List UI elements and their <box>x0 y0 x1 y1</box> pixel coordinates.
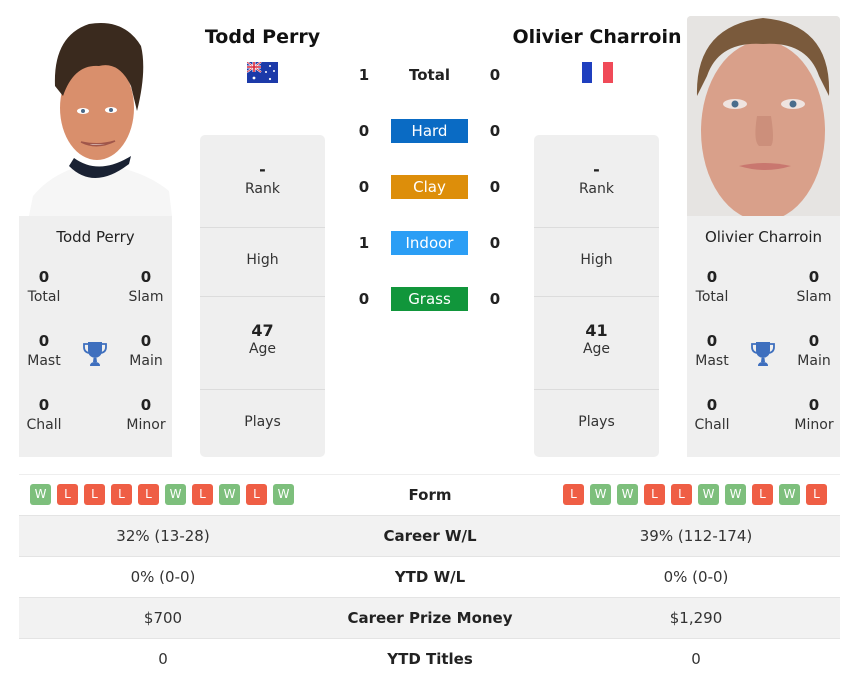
player1-plays: Plays <box>244 414 281 430</box>
player1-rank-card: - Rank High 47 Age Plays <box>200 135 325 457</box>
player2-form-badge-loss[interactable]: L <box>671 484 692 505</box>
player2-form-badge-win[interactable]: W <box>617 484 638 505</box>
h2h-clay-p2: 0 <box>489 178 501 196</box>
player2-masters-titles: 0 Mast <box>695 332 729 369</box>
player1-minor-titles: 0 Minor <box>126 396 166 433</box>
player2-rank: - Rank <box>534 135 659 228</box>
player1-slam-titles: 0 Slam <box>128 268 164 305</box>
player2-form-badge-loss[interactable]: L <box>806 484 827 505</box>
ytd-wl-row: 0% (0-0) YTD W/L 0% (0-0) <box>19 556 840 597</box>
player2-slam-titles: 0 Slam <box>796 268 832 305</box>
h2h-total-label: Total <box>409 66 450 84</box>
player2-portrait <box>687 16 840 216</box>
player2-total-titles: 0 Total <box>695 268 729 305</box>
career-wl-row: 32% (13-28) Career W/L 39% (112-174) <box>19 515 840 556</box>
player1-form-badge-win[interactable]: W <box>273 484 294 505</box>
player1-photo <box>19 16 172 216</box>
h2h-hard-row: 0 Hard 0 <box>340 119 520 143</box>
player1-form: WLLLLWLWLW <box>30 484 294 505</box>
player2-ytd-titles: 0 <box>691 650 701 668</box>
h2h-total-row: 1 Total 0 <box>340 64 520 86</box>
player1-form-badge-loss[interactable]: L <box>57 484 78 505</box>
player1-form-badge-loss[interactable]: L <box>192 484 213 505</box>
player2-main-titles: 0 Main <box>797 332 831 369</box>
player1-total-titles: 0 Total <box>27 268 61 305</box>
player1-form-badge-win[interactable]: W <box>165 484 186 505</box>
surface-grass-badge[interactable]: Grass <box>391 287 468 311</box>
h2h-grass-row: 0 Grass 0 <box>340 287 520 311</box>
player1-form-badge-win[interactable]: W <box>30 484 51 505</box>
player2-ytd-wl: 0% (0-0) <box>663 568 729 586</box>
player2-plays: Plays <box>578 414 615 430</box>
player1-titles-card: Todd Perry 0 Total 0 Slam 0 Mast 0 Main … <box>19 216 172 457</box>
h2h-hard-p1: 0 <box>358 122 370 140</box>
player1-career-prize-money: $700 <box>143 609 183 627</box>
australia-flag-icon <box>246 61 278 83</box>
h2h-total-p2: 0 <box>489 66 501 84</box>
player1-rank: - Rank <box>200 135 325 228</box>
surface-indoor-badge[interactable]: Indoor <box>391 231 468 255</box>
h2h-total-p1: 1 <box>358 66 370 84</box>
surface-clay-badge[interactable]: Clay <box>391 175 468 199</box>
player2-form-badge-loss[interactable]: L <box>752 484 773 505</box>
form-label: Form <box>408 486 452 504</box>
h2h-hard-p2: 0 <box>489 122 501 140</box>
player1-form-badge-loss[interactable]: L <box>138 484 159 505</box>
player2-challenger-titles: 0 Chall <box>694 396 730 433</box>
player2-form-badge-win[interactable]: W <box>698 484 719 505</box>
career-wl-label: Career W/L <box>383 527 477 545</box>
h2h-indoor-p1: 1 <box>358 234 370 252</box>
player2-age: 41 Age <box>534 297 659 390</box>
player1-main-titles: 0 Main <box>129 332 163 369</box>
player1-form-badge-loss[interactable]: L <box>246 484 267 505</box>
player2-career-wl: 39% (112-174) <box>639 527 753 545</box>
player2-high-rank: High <box>534 228 659 297</box>
h2h-grass-p1: 0 <box>358 290 370 308</box>
player1-form-badge-loss[interactable]: L <box>84 484 105 505</box>
player2-form-badge-loss[interactable]: L <box>563 484 584 505</box>
form-row: WLLLLWLWLW Form LWWLLWWLWL <box>19 474 840 516</box>
player2-form-badge-loss[interactable]: L <box>644 484 665 505</box>
trophy-icon <box>83 341 107 367</box>
player2-form: LWWLLWWLWL <box>563 484 827 505</box>
h2h-indoor-row: 1 Indoor 0 <box>340 231 520 255</box>
player1-form-badge-loss[interactable]: L <box>111 484 132 505</box>
player1-form-badge-win[interactable]: W <box>219 484 240 505</box>
player1-career-wl: 32% (13-28) <box>116 527 210 545</box>
player2-minor-titles: 0 Minor <box>794 396 834 433</box>
player1-challenger-titles: 0 Chall <box>26 396 62 433</box>
trophy-icon <box>751 341 775 367</box>
player2-titles-card: Olivier Charroin 0 Total 0 Slam 0 Mast 0… <box>687 216 840 457</box>
player1-ytd-wl: 0% (0-0) <box>130 568 196 586</box>
player1-ytd-titles: 0 <box>158 650 168 668</box>
player1-high-rank: High <box>200 228 325 297</box>
player1-portrait <box>19 16 172 216</box>
player2-form-badge-win[interactable]: W <box>779 484 800 505</box>
h2h-clay-row: 0 Clay 0 <box>340 175 520 199</box>
ytd-titles-row: 0 YTD Titles 0 <box>19 638 840 679</box>
player2-name-heading[interactable]: Olivier Charroin <box>505 26 689 48</box>
player2-rank-card: - Rank High 41 Age Plays <box>534 135 659 457</box>
h2h-grass-p2: 0 <box>489 290 501 308</box>
player2-form-badge-win[interactable]: W <box>725 484 746 505</box>
player1-masters-titles: 0 Mast <box>27 332 61 369</box>
surface-hard-badge[interactable]: Hard <box>391 119 468 143</box>
ytd-wl-label: YTD W/L <box>394 568 466 586</box>
player1-name-heading[interactable]: Todd Perry <box>190 26 335 48</box>
player1-age: 47 Age <box>200 297 325 390</box>
player2-photo <box>687 16 840 216</box>
player1-card-name[interactable]: Todd Perry <box>19 228 172 246</box>
ytd-titles-label: YTD Titles <box>387 650 473 668</box>
player2-form-badge-win[interactable]: W <box>590 484 611 505</box>
h2h-indoor-p2: 0 <box>489 234 501 252</box>
france-flag-icon <box>582 62 613 83</box>
h2h-clay-p1: 0 <box>358 178 370 196</box>
player2-card-name[interactable]: Olivier Charroin <box>687 228 840 246</box>
career-prize-money-label: Career Prize Money <box>347 609 513 627</box>
career-prize-money-row: $700 Career Prize Money $1,290 <box>19 597 840 638</box>
player2-career-prize-money: $1,290 <box>669 609 723 627</box>
